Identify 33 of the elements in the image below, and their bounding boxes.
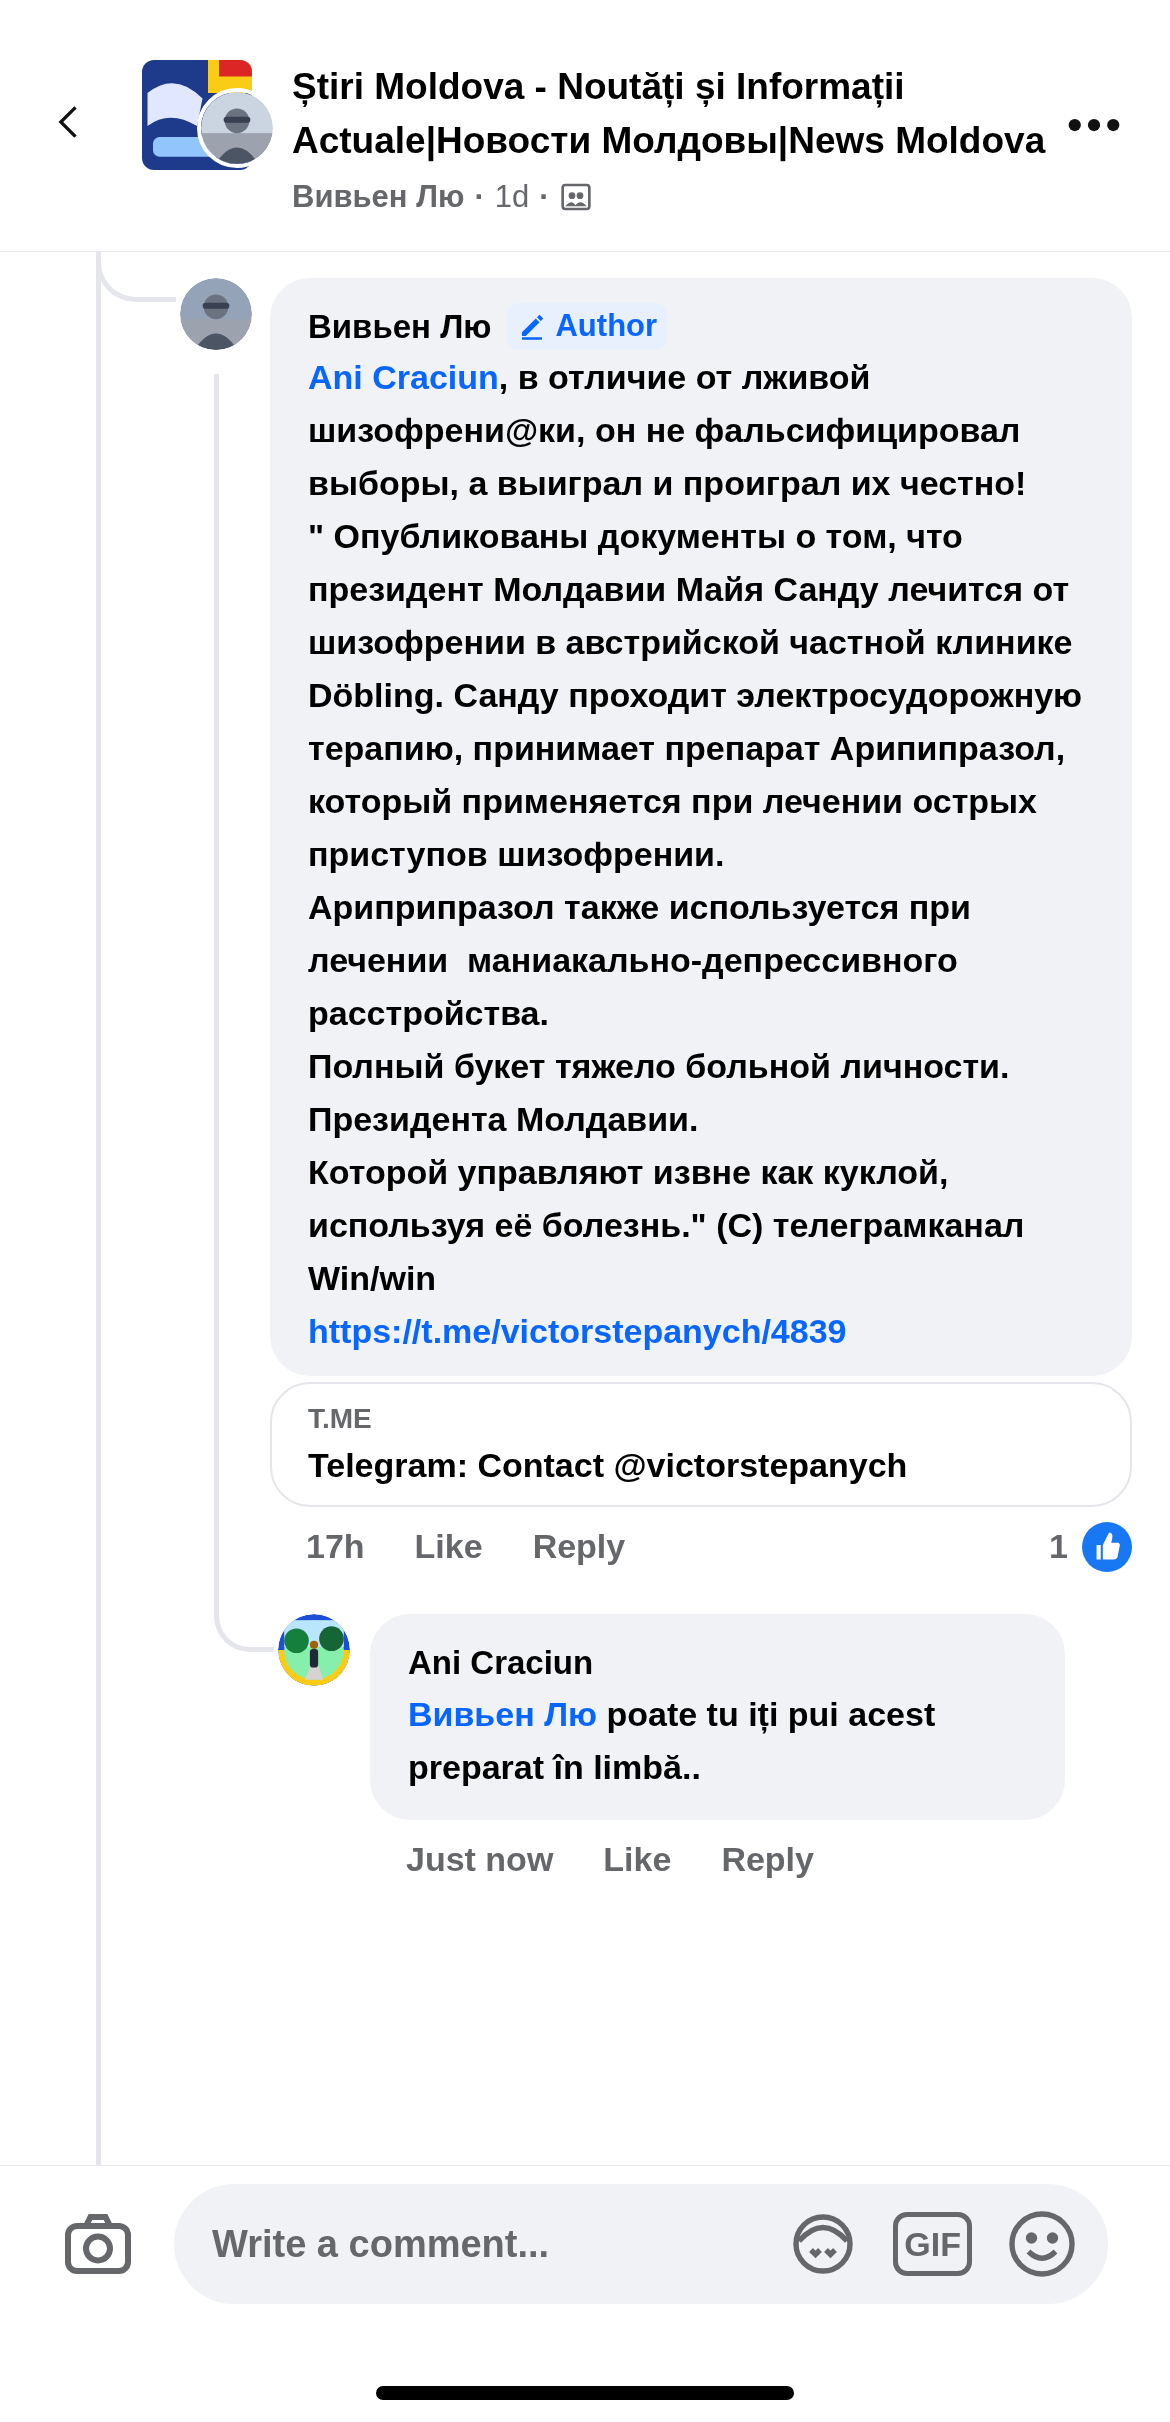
post-time: 1d xyxy=(494,178,530,216)
mention-link[interactable]: Вивьен Лю xyxy=(408,1694,598,1733)
reply-button[interactable]: Reply xyxy=(532,1521,626,1572)
like-button[interactable]: Like xyxy=(414,1521,483,1572)
reply-text: Вивьен Лю poate tu iți pui acest preparat în limbă.. xyxy=(408,1693,937,1788)
link-preview-card[interactable]: T.ME Telegram: Contact @victorstepanych xyxy=(270,1382,1132,1507)
reply-button[interactable]: Reply xyxy=(721,1833,814,1885)
page-title[interactable]: Știri Moldova - Noutăți și Informații Actuale|Новости Молдовы|News Moldova xyxy=(292,60,1066,168)
more-icon[interactable] xyxy=(1066,118,1122,132)
author-badge: Author xyxy=(507,303,668,350)
separator-dot: · xyxy=(474,178,485,216)
url-link[interactable]: https://t.me/victorstepanych/4839 xyxy=(308,1305,847,1358)
comment-text: Ариприпразол также используется при лечении маниакально-депрессивного расстройства. xyxy=(308,887,973,1034)
comment-time: 17h xyxy=(306,1526,365,1567)
comment-text: Полный букет тяжело больной личности. xyxy=(308,1046,1011,1087)
comment-text: Ani Craciun, в отличие от лживой шизофрени@ки, он не фальсифицировал выборы, а выиграл и проиграл их честно! xyxy=(308,357,1028,504)
author-name[interactable]: Вивьен Лю xyxy=(292,174,465,221)
comment-time: Just now xyxy=(406,1838,554,1880)
comment-text: Президента Молдавии. xyxy=(308,1099,700,1140)
emoji-icon[interactable] xyxy=(1006,2208,1078,2280)
preview-domain: T.ME xyxy=(308,1402,373,1436)
gif-button[interactable]: GIF xyxy=(893,2212,972,2276)
thumbs-up-icon xyxy=(1082,1521,1132,1572)
comment-text: Которой управляют извне как куклой, используя её болезнь." (С) телеграмканал Win/win xyxy=(308,1152,1026,1299)
mention-link[interactable]: Ani Craciun xyxy=(308,358,499,396)
separator-dot: · xyxy=(539,178,550,216)
comment-input[interactable]: Write a comment... GIF xyxy=(174,2184,1108,2304)
like-button[interactable]: Like xyxy=(603,1833,672,1885)
commenter-name[interactable]: Ani Craciun xyxy=(408,1638,1029,1688)
commenter-name[interactable]: Вивьен Лю xyxy=(308,301,492,351)
preview-title: Telegram: Contact @victorstepanych xyxy=(308,1445,909,1486)
comment-text: " Опубликованы документы о том, что президент Молдавии Майя Санду лечится от шизофрении в австрийской частной клинике Döbling. Санду проходит электросудорожную терапию, принимает препарат Арипипразол, который применяется при лечении острых приступов шизофрении. xyxy=(308,516,1084,875)
reaction-count: 1 xyxy=(1049,1526,1068,1567)
